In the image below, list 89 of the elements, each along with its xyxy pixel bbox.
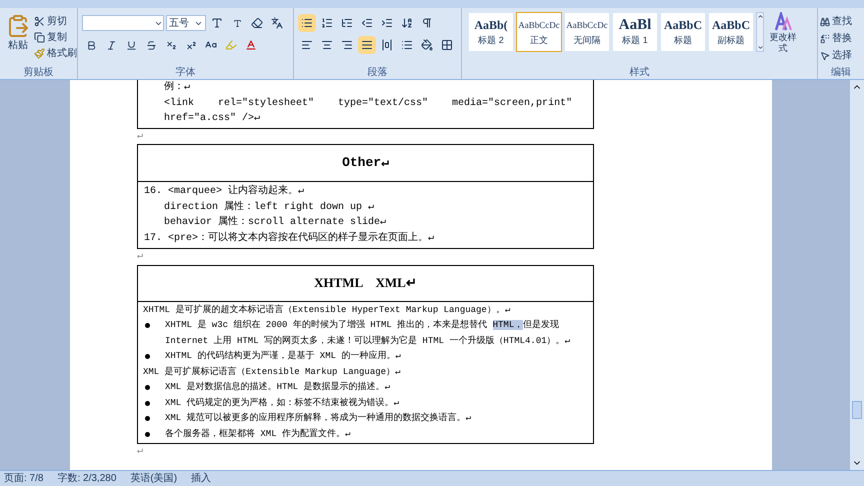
- table-text: XML 代码规定的更为严格，如：标签不结束被视为错误。↵: [165, 396, 400, 410]
- format-painter-button[interactable]: 格式刷: [34, 46, 77, 61]
- underline-icon: [126, 40, 136, 50]
- copy-button[interactable]: 复制: [34, 30, 77, 45]
- select-button[interactable]: 选择: [820, 48, 864, 63]
- subscript-icon: [166, 40, 176, 50]
- highlighter-icon: [225, 39, 237, 51]
- replace-button[interactable]: 替换: [820, 31, 864, 46]
- paragraph-mark: ↵: [137, 130, 144, 144]
- table-text: 17. <pre>：可以将文本内容按在代码区的样子显示在页面上。↵: [144, 230, 436, 246]
- language-indicator[interactable]: 英语(美国): [130, 471, 178, 486]
- table-text: XML 是对数据信息的描述。HTML 是数据显示的描述。↵: [165, 380, 392, 394]
- letters-icon: [774, 12, 792, 32]
- table-text: 16. <marquee> 让内容动起来。↵: [144, 184, 306, 199]
- bullet-icon: [145, 416, 150, 421]
- table-text: 各个服务器，框架都将 XML 作为配置文件。↵: [165, 428, 352, 440]
- font-grow-icon: [211, 17, 223, 29]
- style-gallery-item[interactable]: AaBbCcDc 正文: [516, 12, 562, 52]
- bullet-icon: [145, 323, 150, 328]
- bold-icon: [86, 40, 96, 50]
- paragraph-mark: ↵: [137, 250, 144, 264]
- bullet-icon: [145, 432, 150, 436]
- distribute-icon: [381, 39, 393, 51]
- phonetic-icon: [271, 17, 283, 29]
- scroll-thumb[interactable]: [852, 401, 862, 419]
- font-color-icon: [245, 39, 257, 51]
- border-grid-icon: [441, 39, 453, 51]
- group-label: 剪贴板: [22, 67, 54, 79]
- insert-mode[interactable]: 插入: [191, 471, 212, 486]
- replace-icon: [820, 34, 830, 44]
- page-count[interactable]: 页面: 7/8: [4, 471, 44, 486]
- binoculars-icon: [820, 16, 830, 26]
- table-heading: XHTML XML↵: [138, 266, 593, 302]
- copy-icon: [34, 32, 45, 43]
- justify-button[interactable]: [358, 36, 376, 54]
- style-gallery-item[interactable]: AaBl 标题 1: [612, 12, 658, 52]
- vertical-scrollbar[interactable]: [850, 80, 864, 470]
- bullet-icon: [145, 354, 150, 359]
- multilevel-list-icon: [341, 17, 353, 29]
- table-text: <link rel="stylesheet" type="text/css" media="screen,print": [164, 96, 574, 110]
- scissors-icon: [34, 16, 45, 27]
- table-text: XML 是可扩展标记语言（Extensible Markup Language）↵: [143, 366, 402, 378]
- font-size-field[interactable]: 五号: [166, 15, 206, 31]
- bullet-icon: [145, 385, 150, 390]
- indent-icon: [381, 17, 393, 29]
- paste-button[interactable]: 粘贴: [6, 14, 30, 53]
- table-text: XHTML 的代码结构更为严谨，是基于 XML 的一种应用。↵: [165, 350, 402, 363]
- table-text: behavior 属性：scroll alternate slide↵: [163, 215, 388, 230]
- bullets-button[interactable]: [298, 14, 316, 32]
- table-text: direction 属性：left right down up ↵: [163, 200, 376, 214]
- group-label: 字体: [174, 67, 196, 79]
- change-styles-button[interactable]: 更改样式: [766, 12, 800, 54]
- word-count[interactable]: 字数: 2/3,280: [57, 471, 116, 486]
- group-label: 编辑: [830, 67, 852, 79]
- clipboard-icon: [6, 14, 30, 38]
- eraser-icon: [251, 17, 263, 29]
- align-left-icon: [301, 39, 313, 51]
- justify-icon: [361, 39, 373, 51]
- group-label: 样式: [628, 67, 650, 79]
- strikethrough-icon: [146, 40, 156, 50]
- sort-icon: [401, 17, 413, 29]
- style-gallery-item[interactable]: AaBbC 副标题: [708, 12, 754, 52]
- paint-bucket-icon: [421, 39, 433, 51]
- find-button[interactable]: 查找: [820, 14, 864, 29]
- style-gallery-item[interactable]: AaBbC 标题: [660, 12, 706, 52]
- font-name-field[interactable]: [82, 15, 164, 31]
- style-gallery-item[interactable]: AaBbCcDc 无间隔: [564, 12, 610, 52]
- outdent-icon: [361, 17, 373, 29]
- pilcrow-icon: [421, 17, 433, 29]
- style-gallery-item[interactable]: AaBb( 标题 2: [468, 12, 514, 52]
- paintbrush-icon: [34, 48, 45, 59]
- superscript-icon: [186, 40, 196, 50]
- pointer-icon: [820, 50, 830, 60]
- italic-icon: [106, 40, 116, 50]
- numbered-list-icon: [321, 17, 333, 29]
- align-center-icon: [321, 39, 333, 51]
- table-text: XHTML 是可扩展的超文本标记语言（Extensible HyperText Markup Language）。↵: [143, 304, 512, 316]
- table-text: XML 规范可以被更多的应用程序所解释，将成为一种通用的数据交换语言。↵: [165, 412, 472, 425]
- font-shrink-icon: [232, 18, 242, 28]
- table-heading: Other↵: [138, 145, 593, 182]
- table-text: href="a.css" />↵: [164, 112, 262, 126]
- align-right-icon: [341, 39, 353, 51]
- group-label: 段落: [366, 67, 388, 79]
- bullet-icon: [145, 400, 150, 406]
- paragraph-mark: ↵: [137, 445, 144, 459]
- table-text: 例：↵: [164, 80, 192, 95]
- cut-button[interactable]: 剪切: [34, 14, 77, 29]
- table-text: XHTML 是 w3c 组织在 2000 年的时候为了增强 HTML 推出的，本来是想替代 HTML，但是发现 Internet 上用 HTML 写的网页太多，未遂！可以理解为它是 HTML 一个升级版（HTML4.01）。↵: [165, 318, 572, 348]
- gallery-scroll[interactable]: [756, 12, 764, 52]
